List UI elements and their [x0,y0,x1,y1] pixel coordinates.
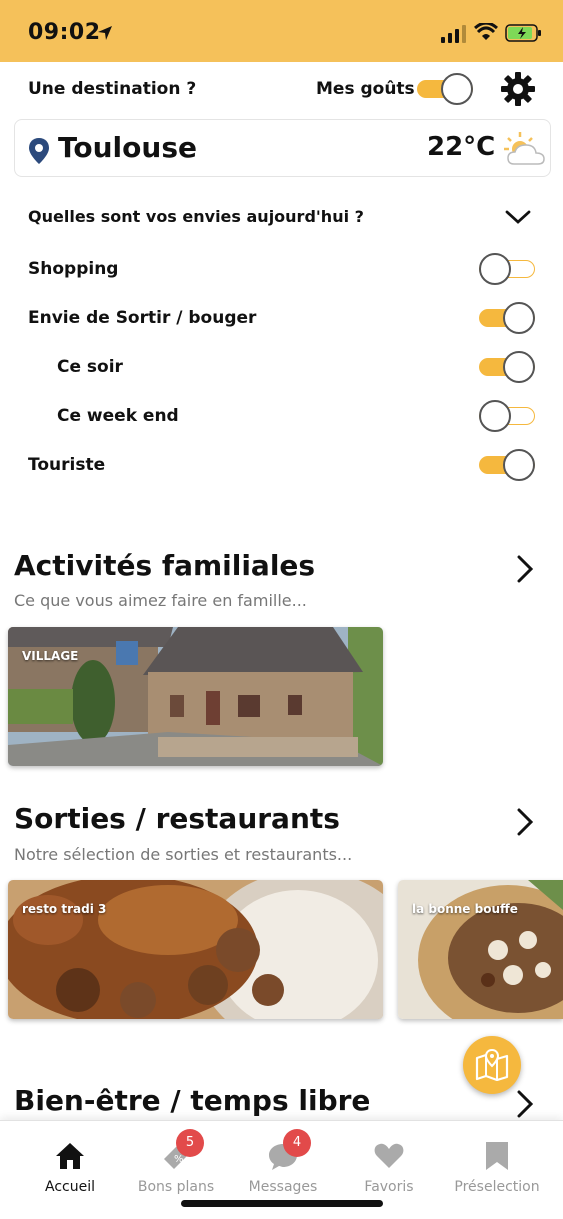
option-touriste-label: Touriste [28,455,106,475]
gear-icon[interactable] [500,71,536,107]
option-sortir-toggle[interactable] [479,302,535,334]
envies-question[interactable]: Quelles sont vos envies aujourd'hui ? [28,207,364,226]
tab-accueil[interactable]: Accueil [14,1121,126,1219]
option-ce-soir-label: Ce soir [57,357,123,377]
tab-label: Préselection [454,1179,540,1195]
map-button[interactable] [463,1036,521,1094]
badge-messages: 4 [283,1129,311,1157]
destination-label[interactable]: Une destination ? [28,79,196,99]
tab-label: Bons plans [137,1179,215,1195]
section-title-sorties[interactable]: Sorties / restaurants [14,802,340,835]
home-indicator[interactable] [181,1200,383,1207]
card-resto-tradi[interactable]: resto tradi 3 [8,880,383,1019]
svg-text:%: % [174,1154,184,1165]
bookmark-icon [486,1142,508,1170]
section-subtitle-sorties: Notre sélection de sorties et restaurant… [14,845,353,864]
bonne-bouffe-photo [398,880,563,1019]
battery-icon [505,24,541,42]
badge-bons-plans: 5 [176,1129,204,1157]
section-title-bien-etre[interactable]: Bien-être / temps libre [14,1084,370,1117]
option-shopping-label: Shopping [28,259,119,279]
chevron-right-icon[interactable] [515,1090,535,1118]
location-card[interactable]: Toulouse 22°C [14,119,551,177]
mes-gouts-toggle[interactable] [417,73,473,105]
tab-label: Messages [248,1179,318,1195]
card-label: la bonne bouffe [412,902,518,916]
tab-label: Favoris [364,1179,414,1195]
map-pin-icon [29,138,49,164]
status-time: 09:02 [28,20,101,45]
option-week-end-toggle[interactable] [479,400,535,432]
card-label: VILLAGE [22,649,79,663]
cellular-signal-icon [441,25,466,43]
tab-preselection[interactable]: Préselection [441,1121,553,1219]
resto-tradi-photo [8,880,383,1019]
option-week-end-label: Ce week end [57,406,179,426]
option-touriste-toggle[interactable] [479,449,535,481]
section-title-activites[interactable]: Activités familiales [14,549,315,582]
city-name: Toulouse [58,131,197,164]
chevron-down-icon[interactable] [505,208,531,226]
temperature: 22°C [427,132,496,162]
option-shopping-toggle[interactable] [479,253,535,285]
status-bar: 09:02 [0,0,563,62]
home-icon [56,1143,84,1169]
location-arrow-icon [98,26,112,40]
card-label: resto tradi 3 [22,902,107,916]
wifi-icon [474,23,498,40]
village-photo [8,627,383,766]
card-bonne-bouffe[interactable]: la bonne bouffe [398,880,563,1019]
card-village[interactable]: VILLAGE [8,627,383,766]
chevron-right-icon[interactable] [515,808,535,836]
option-sortir-label: Envie de Sortir / bouger [28,308,257,328]
chevron-right-icon[interactable] [515,555,535,583]
option-ce-soir-toggle[interactable] [479,351,535,383]
mes-gouts-label: Mes goûts [316,79,415,99]
tab-label: Accueil [45,1179,95,1195]
section-subtitle-activites: Ce que vous aimez faire en famille... [14,591,307,610]
map-icon [475,1049,509,1081]
heart-icon [374,1143,404,1168]
partly-cloudy-icon [504,132,545,165]
